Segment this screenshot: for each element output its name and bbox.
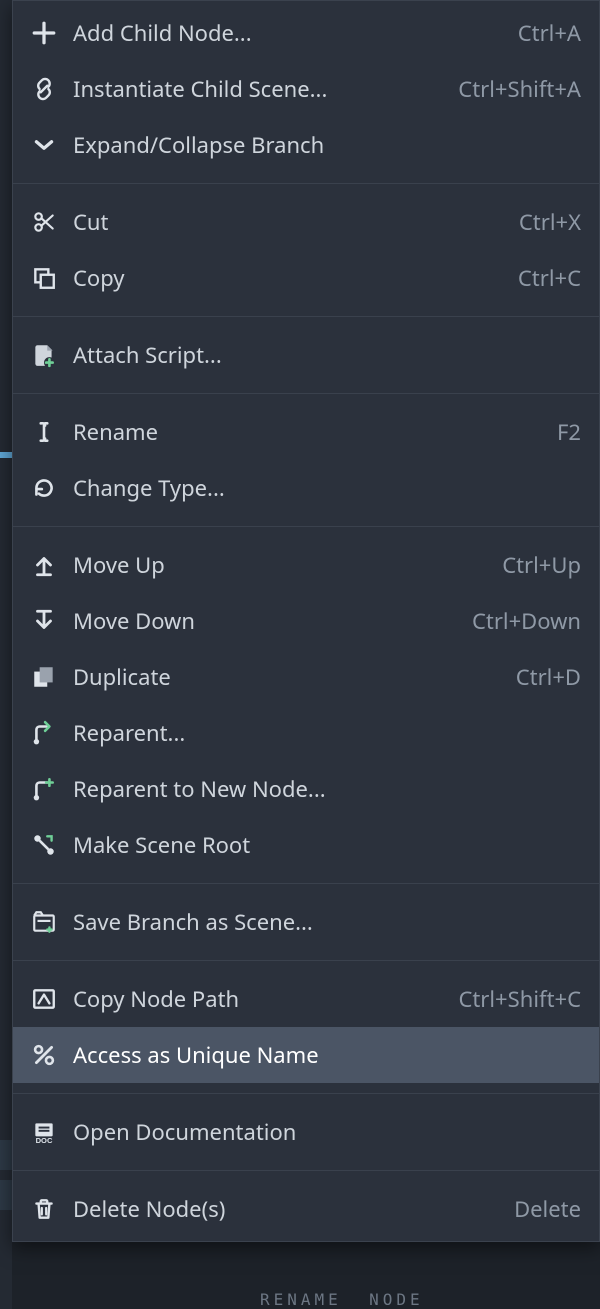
menu-separator bbox=[13, 183, 599, 184]
menu-item-change-type[interactable]: Change Type... bbox=[13, 460, 599, 516]
arrow-down-icon bbox=[29, 606, 59, 636]
menu-item-shortcut: Delete bbox=[514, 1194, 581, 1224]
menu-item-label: Delete Node(s) bbox=[73, 1194, 502, 1224]
selection-indicator bbox=[0, 452, 12, 458]
menu-item-instantiate-scene[interactable]: Instantiate Child Scene... Ctrl+Shift+A bbox=[13, 61, 599, 117]
menu-item-reparent[interactable]: Reparent... bbox=[13, 705, 599, 761]
menu-separator bbox=[13, 526, 599, 527]
menu-item-shortcut: Ctrl+D bbox=[516, 662, 581, 692]
menu-item-shortcut: F2 bbox=[557, 417, 581, 447]
plus-icon bbox=[29, 18, 59, 48]
copy-icon bbox=[29, 263, 59, 293]
menu-item-label: Move Up bbox=[73, 550, 490, 580]
menu-item-label: Make Scene Root bbox=[73, 830, 581, 860]
reparent-new-icon bbox=[29, 774, 59, 804]
menu-item-copy-node-path[interactable]: Copy Node Path Ctrl+Shift+C bbox=[13, 971, 599, 1027]
menu-item-move-down[interactable]: Move Down Ctrl+Down bbox=[13, 593, 599, 649]
duplicate-icon bbox=[29, 662, 59, 692]
save-scene-icon bbox=[29, 907, 59, 937]
menu-item-shortcut: Ctrl+X bbox=[519, 207, 581, 237]
menu-item-label: Attach Script... bbox=[73, 340, 581, 370]
menu-item-unique-name[interactable]: Access as Unique Name bbox=[13, 1027, 599, 1083]
menu-item-label: Copy Node Path bbox=[73, 984, 446, 1014]
menu-item-label: Cut bbox=[73, 207, 507, 237]
menu-item-label: Expand/Collapse Branch bbox=[73, 130, 581, 160]
menu-item-open-docs[interactable]: Open Documentation bbox=[13, 1104, 599, 1160]
menu-separator bbox=[13, 883, 599, 884]
reparent-icon bbox=[29, 718, 59, 748]
tree-item-fragment bbox=[0, 1140, 12, 1170]
editor-background-strip bbox=[0, 0, 12, 1309]
path-icon bbox=[29, 984, 59, 1014]
menu-item-shortcut: Ctrl+A bbox=[518, 18, 581, 48]
menu-item-label: Move Down bbox=[73, 606, 460, 636]
menu-item-expand-collapse[interactable]: Expand/Collapse Branch bbox=[13, 117, 599, 173]
menu-item-copy[interactable]: Copy Ctrl+C bbox=[13, 250, 599, 306]
arrow-up-icon bbox=[29, 550, 59, 580]
menu-item-shortcut: Ctrl+Down bbox=[472, 606, 581, 636]
scene-tree-context-menu: Add Child Node... Ctrl+A Instantiate Child… bbox=[12, 0, 600, 1242]
menu-item-label: Reparent to New Node... bbox=[73, 774, 581, 804]
trash-icon bbox=[29, 1194, 59, 1224]
menu-item-label: Add Child Node... bbox=[73, 18, 506, 48]
menu-item-duplicate[interactable]: Duplicate Ctrl+D bbox=[13, 649, 599, 705]
menu-item-reparent-new[interactable]: Reparent to New Node... bbox=[13, 761, 599, 817]
menu-item-move-up[interactable]: Move Up Ctrl+Up bbox=[13, 537, 599, 593]
menu-item-label: Duplicate bbox=[73, 662, 504, 692]
chevron-down-icon bbox=[29, 130, 59, 160]
link-icon bbox=[29, 74, 59, 104]
menu-item-delete-nodes[interactable]: Delete Node(s) Delete bbox=[13, 1181, 599, 1237]
menu-item-make-scene-root[interactable]: Make Scene Root bbox=[13, 817, 599, 873]
menu-separator bbox=[13, 393, 599, 394]
menu-item-label: Access as Unique Name bbox=[73, 1040, 581, 1070]
menu-separator bbox=[13, 1170, 599, 1171]
menu-item-shortcut: Ctrl+C bbox=[518, 263, 581, 293]
menu-item-label: Change Type... bbox=[73, 473, 581, 503]
tree-item-fragment bbox=[0, 1180, 12, 1210]
menu-item-label: Open Documentation bbox=[73, 1117, 581, 1147]
menu-item-cut[interactable]: Cut Ctrl+X bbox=[13, 194, 599, 250]
reload-icon bbox=[29, 473, 59, 503]
menu-item-save-branch[interactable]: Save Branch as Scene... bbox=[13, 894, 599, 950]
menu-item-shortcut: Ctrl+Shift+C bbox=[458, 984, 581, 1014]
menu-item-rename[interactable]: Rename F2 bbox=[13, 404, 599, 460]
menu-item-add-child-node[interactable]: Add Child Node... Ctrl+A bbox=[13, 5, 599, 61]
menu-item-shortcut: Ctrl+Up bbox=[502, 550, 581, 580]
menu-separator bbox=[13, 960, 599, 961]
obscured-footer-text: RENAME NODE bbox=[260, 1290, 424, 1309]
menu-item-label: Copy bbox=[73, 263, 506, 293]
menu-separator bbox=[13, 1093, 599, 1094]
menu-item-shortcut: Ctrl+Shift+A bbox=[458, 74, 581, 104]
menu-item-label: Reparent... bbox=[73, 718, 581, 748]
doc-icon bbox=[29, 1117, 59, 1147]
scissors-icon bbox=[29, 207, 59, 237]
menu-separator bbox=[13, 316, 599, 317]
menu-item-attach-script[interactable]: Attach Script... bbox=[13, 327, 599, 383]
menu-item-label: Instantiate Child Scene... bbox=[73, 74, 446, 104]
script-plus-icon bbox=[29, 340, 59, 370]
percent-icon bbox=[29, 1040, 59, 1070]
text-cursor-icon bbox=[29, 417, 59, 447]
scene-root-icon bbox=[29, 830, 59, 860]
menu-item-label: Save Branch as Scene... bbox=[73, 907, 581, 937]
menu-item-label: Rename bbox=[73, 417, 545, 447]
